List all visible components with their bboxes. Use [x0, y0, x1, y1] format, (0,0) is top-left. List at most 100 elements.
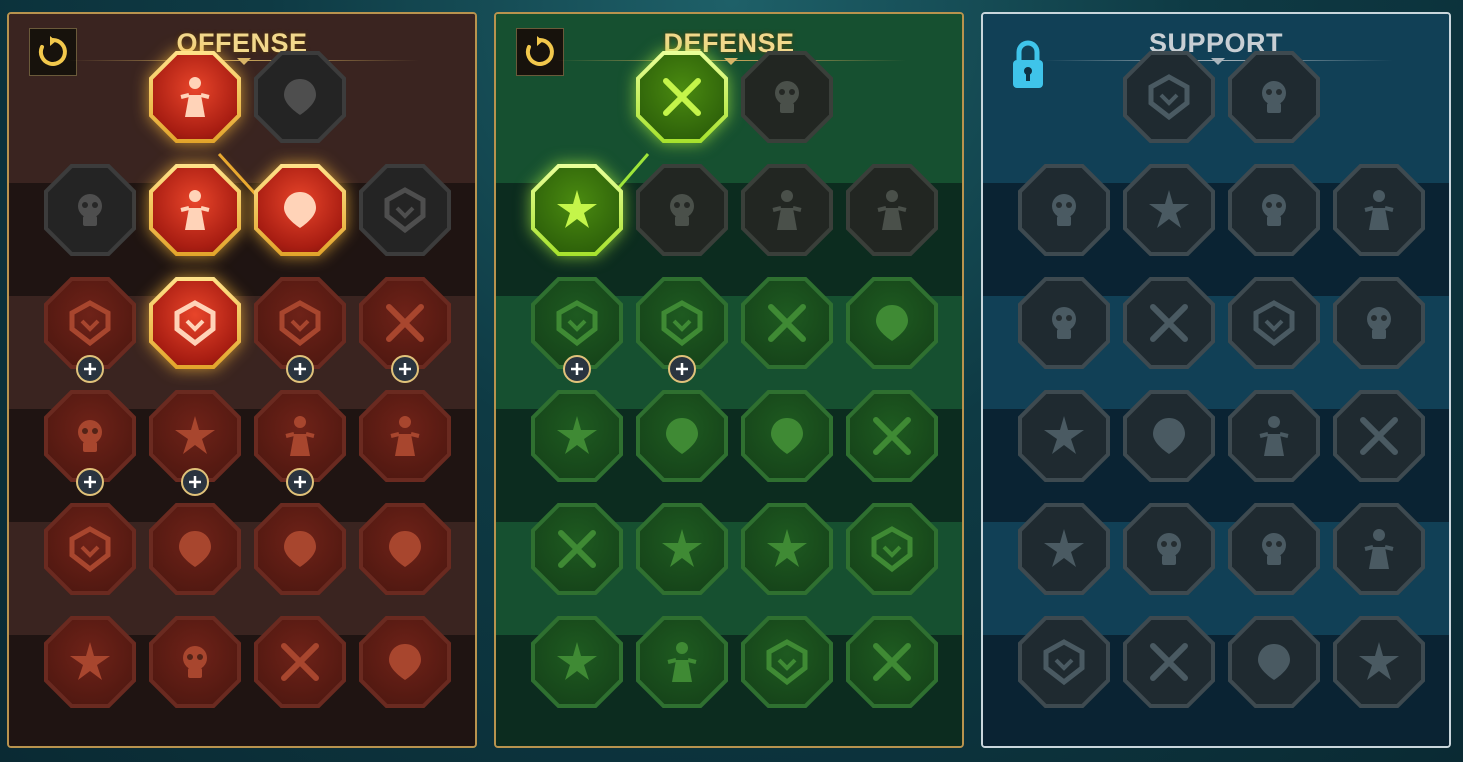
support-skill-node[interactable]	[1123, 164, 1215, 256]
open-book-icon	[1259, 416, 1289, 456]
add-point-button[interactable]	[76, 468, 104, 496]
crossed-swords-icon	[180, 77, 210, 117]
add-point-button[interactable]	[286, 468, 314, 496]
support-skill-node[interactable]	[1018, 616, 1110, 708]
support-skill-node[interactable]	[1018, 164, 1110, 256]
support-skill-node[interactable]	[1018, 503, 1110, 595]
support-skill-node[interactable]	[1228, 277, 1320, 369]
bearded-skull-icon	[766, 639, 808, 686]
add-point-button[interactable]	[563, 355, 591, 383]
panel-title: OFFENSE	[176, 28, 308, 58]
spiked-warrior-icon	[557, 642, 597, 680]
defense-skill-node[interactable]	[636, 390, 728, 482]
defense-skill-node[interactable]	[531, 390, 623, 482]
offense-skill-node[interactable]	[254, 164, 346, 256]
add-point-button[interactable]	[181, 468, 209, 496]
defense-skill-node[interactable]	[741, 616, 833, 708]
support-skill-node[interactable]	[1228, 164, 1320, 256]
offense-skill-node[interactable]	[254, 503, 346, 595]
chain-lightning-icon	[390, 416, 420, 456]
offense-skill-node[interactable]	[359, 616, 451, 708]
defense-skill-node[interactable]	[531, 503, 623, 595]
bull-head-icon	[873, 417, 911, 455]
defense-skill-node[interactable]	[741, 51, 833, 143]
offense-skill-node[interactable]	[44, 164, 136, 256]
plus-icon	[84, 363, 96, 375]
compass-star-icon	[1044, 529, 1084, 567]
offense-skill-node[interactable]	[359, 503, 451, 595]
potion-icon	[1043, 639, 1085, 686]
claw-slash-icon	[69, 526, 111, 573]
plus-icon	[399, 363, 411, 375]
offense-skill-node[interactable]	[149, 616, 241, 708]
defense-skill-node[interactable]	[531, 164, 623, 256]
offense-skill-node[interactable]	[44, 503, 136, 595]
defense-skill-node[interactable]	[741, 277, 833, 369]
add-point-button[interactable]	[286, 355, 314, 383]
armored-heart-icon	[670, 194, 694, 226]
support-skill-node[interactable]	[1123, 390, 1215, 482]
support-skill-node[interactable]	[1228, 616, 1320, 708]
defense-skill-node[interactable]	[636, 51, 728, 143]
lightning-icon	[1150, 304, 1188, 342]
claw-fist-icon	[1258, 644, 1290, 680]
horned-beast-icon	[281, 643, 319, 681]
support-skill-node[interactable]	[1333, 277, 1425, 369]
offense-skill-node[interactable]	[44, 616, 136, 708]
support-skill-node[interactable]	[1123, 277, 1215, 369]
sword-circle-icon	[284, 531, 316, 567]
droplets-icon	[662, 529, 702, 567]
offense-skill-node[interactable]	[254, 51, 346, 143]
support-skill-node[interactable]	[1018, 390, 1110, 482]
offense-skill-node[interactable]	[359, 164, 451, 256]
fist-strike-icon	[69, 300, 111, 347]
support-skill-node[interactable]	[1123, 51, 1215, 143]
support-skill-node[interactable]	[1333, 616, 1425, 708]
offense-skill-node[interactable]	[149, 503, 241, 595]
offense-skill-node[interactable]	[149, 51, 241, 143]
crowd-icon	[557, 416, 597, 454]
defense-skill-node[interactable]	[741, 503, 833, 595]
defense-skill-node[interactable]	[741, 390, 833, 482]
comet-icon	[1153, 418, 1185, 454]
add-point-button[interactable]	[76, 355, 104, 383]
defense-skill-node[interactable]	[636, 164, 728, 256]
support-skill-node[interactable]	[1228, 390, 1320, 482]
support-skill-node[interactable]	[1333, 390, 1425, 482]
shadow-figure-icon	[1367, 307, 1391, 339]
support-skill-node[interactable]	[1228, 51, 1320, 143]
support-skill-node[interactable]	[1018, 277, 1110, 369]
support-skill-node[interactable]	[1123, 616, 1215, 708]
defense-skill-node[interactable]	[846, 503, 938, 595]
offense-skill-node[interactable]	[254, 616, 346, 708]
defense-skill-node[interactable]	[846, 616, 938, 708]
fanged-mouth-icon	[174, 300, 216, 347]
defense-skill-node[interactable]	[636, 503, 728, 595]
offense-skill-node[interactable]	[149, 164, 241, 256]
defense-skill-node[interactable]	[846, 164, 938, 256]
knight-shield-icon	[661, 300, 703, 347]
open-hand-icon	[771, 418, 803, 454]
horned-skull-icon	[1150, 643, 1188, 681]
support-skill-node[interactable]	[1228, 503, 1320, 595]
defense-skill-node[interactable]	[531, 616, 623, 708]
support-skill-node[interactable]	[1333, 503, 1425, 595]
support-skill-node[interactable]	[1333, 164, 1425, 256]
smoke-skull-icon	[1262, 194, 1286, 226]
panel-title: DEFENSE	[663, 28, 795, 58]
chevron-shield-icon	[557, 190, 597, 228]
defense-skill-node[interactable]	[741, 164, 833, 256]
heart-plus-icon	[1148, 74, 1190, 121]
radiant-skull-icon	[767, 529, 807, 567]
add-point-button[interactable]	[391, 355, 419, 383]
defense-panel: DEFENSE	[494, 12, 964, 748]
defense-skill-node[interactable]	[846, 277, 938, 369]
swirl-hand-icon	[1262, 81, 1286, 113]
flexing-figure-icon	[873, 643, 911, 681]
support-skill-node[interactable]	[1123, 503, 1215, 595]
offense-skill-node[interactable]	[359, 390, 451, 482]
add-point-button[interactable]	[668, 355, 696, 383]
defense-skill-node[interactable]	[846, 390, 938, 482]
offense-skill-node[interactable]	[149, 277, 241, 369]
defense-skill-node[interactable]	[636, 616, 728, 708]
